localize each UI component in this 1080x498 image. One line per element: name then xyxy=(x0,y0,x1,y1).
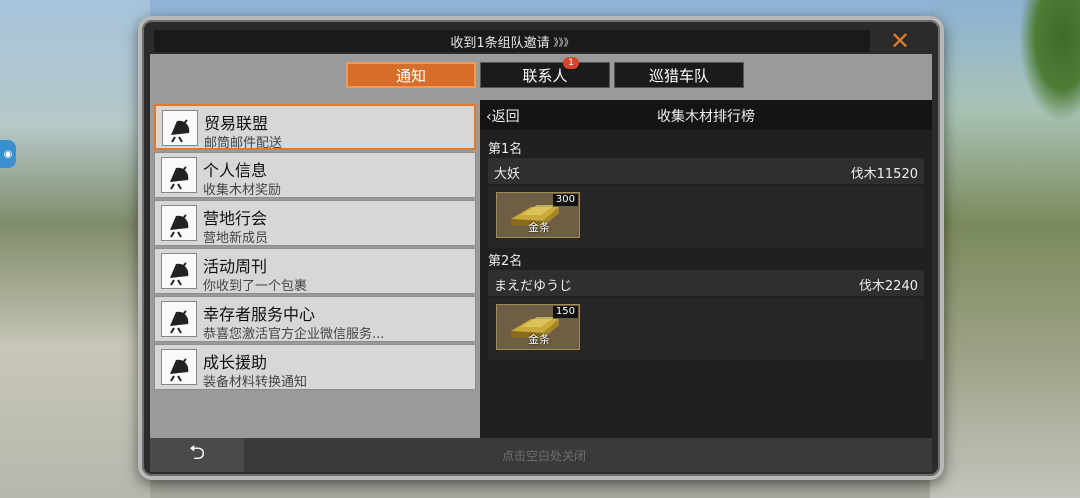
detail-title: 收集木材排行榜 xyxy=(657,109,755,125)
tab-notifications[interactable]: 通知 xyxy=(346,62,476,88)
satellite-dish-icon xyxy=(161,301,197,337)
satellite-dish-icon xyxy=(162,110,198,146)
list-item-trade-alliance[interactable]: 贸易联盟 邮筒邮件配送 xyxy=(154,104,476,151)
side-location-icon[interactable]: ◉ xyxy=(0,140,16,168)
tab-label: 联系人 xyxy=(522,66,568,85)
footer-back-button[interactable]: ⮌ xyxy=(150,438,244,472)
close-button[interactable]: ✕ xyxy=(872,27,928,55)
player-score: 伐木11520 xyxy=(850,167,918,182)
player-score: 伐木2240 xyxy=(858,279,918,294)
satellite-dish-icon xyxy=(161,253,197,289)
list-item-title: 贸易联盟 xyxy=(204,114,269,133)
reward-name: 金条 xyxy=(528,333,550,346)
list-item-subtitle: 恭喜您激活官方企业微信服务... xyxy=(203,327,385,342)
satellite-dish-icon xyxy=(161,205,197,241)
invite-banner-text: 收到1条组队邀请 xyxy=(450,35,550,51)
list-item-camp-guild[interactable]: 营地行会 营地新成员 xyxy=(154,200,476,246)
reward-item[interactable]: 300 金条 xyxy=(496,192,580,238)
reward-row: 150 金条 xyxy=(488,298,924,360)
reward-name: 金条 xyxy=(528,221,550,234)
player-name: 大妖 xyxy=(494,167,521,182)
list-item-title: 营地行会 xyxy=(203,209,268,228)
list-item-subtitle: 营地新成员 xyxy=(203,231,269,246)
unread-badge: 1 xyxy=(563,57,579,69)
reward-quantity: 300 xyxy=(552,194,578,206)
notification-list: 贸易联盟 邮筒邮件配送 个人信息 收集木材奖励 营地行会 营地新成员 活动周刊 … xyxy=(150,100,480,438)
rank-label: 第1名 xyxy=(488,142,523,157)
list-item-subtitle: 收集木材奖励 xyxy=(203,183,282,198)
rank-row: まえだゆうじ 伐木2240 xyxy=(488,270,924,296)
list-item-subtitle: 你收到了一个包裹 xyxy=(203,279,308,294)
reward-item[interactable]: 150 金条 xyxy=(496,304,580,350)
list-item-title: 活动周刊 xyxy=(203,257,268,276)
satellite-dish-icon xyxy=(161,157,197,193)
list-item-survivor-service[interactable]: 幸存者服务中心 恭喜您激活官方企业微信服务... xyxy=(154,296,476,342)
footer-bar[interactable]: ⮌ 点击空白处关闭 xyxy=(150,438,932,472)
detail-header: ‹返回 收集木材排行榜 xyxy=(480,100,932,130)
tab-patrol-team[interactable]: 巡猎车队 xyxy=(614,62,744,88)
detail-panel: ‹返回 收集木材排行榜 第1名 大妖 伐木11520 300 金条 第2名 まえ… xyxy=(480,100,932,438)
list-item-title: 个人信息 xyxy=(203,161,268,180)
list-item-subtitle: 邮筒邮件配送 xyxy=(204,136,283,151)
invite-banner[interactable]: 收到1条组队邀请 》》》 xyxy=(154,30,870,52)
tab-label: 巡猎车队 xyxy=(648,66,709,85)
reward-quantity: 150 xyxy=(552,306,578,318)
close-hint: 点击空白处关闭 xyxy=(501,448,586,463)
satellite-dish-icon xyxy=(161,349,197,385)
invite-arrows: 》》》 xyxy=(553,37,574,49)
rank-row: 大妖 伐木11520 xyxy=(488,158,924,184)
rank-label: 第2名 xyxy=(488,254,523,269)
close-icon: ✕ xyxy=(889,27,911,55)
background-left xyxy=(0,0,150,498)
list-item-title: 幸存者服务中心 xyxy=(203,305,316,324)
player-name: まえだゆうじ xyxy=(494,279,573,294)
list-item-event-weekly[interactable]: 活动周刊 你收到了一个包裹 xyxy=(154,248,476,294)
list-item-subtitle: 装备材料转换通知 xyxy=(203,375,308,390)
return-arrow-icon: ⮌ xyxy=(188,440,206,464)
reward-row: 300 金条 xyxy=(488,186,924,248)
tab-label: 通知 xyxy=(395,66,426,85)
message-panel: 收到1条组队邀请 》》》 ✕ 通知 联系人 1 巡猎车队 贸易联盟 邮筒邮件配送 xyxy=(138,16,944,480)
list-item-title: 成长援助 xyxy=(203,353,268,372)
list-item-growth-aid[interactable]: 成长援助 装备材料转换通知 xyxy=(154,344,476,390)
tab-bar: 通知 联系人 1 巡猎车队 xyxy=(150,54,932,100)
background-tree xyxy=(1020,0,1080,120)
tab-contacts[interactable]: 联系人 1 xyxy=(480,57,610,88)
list-item-personal-info[interactable]: 个人信息 收集木材奖励 xyxy=(154,152,476,198)
